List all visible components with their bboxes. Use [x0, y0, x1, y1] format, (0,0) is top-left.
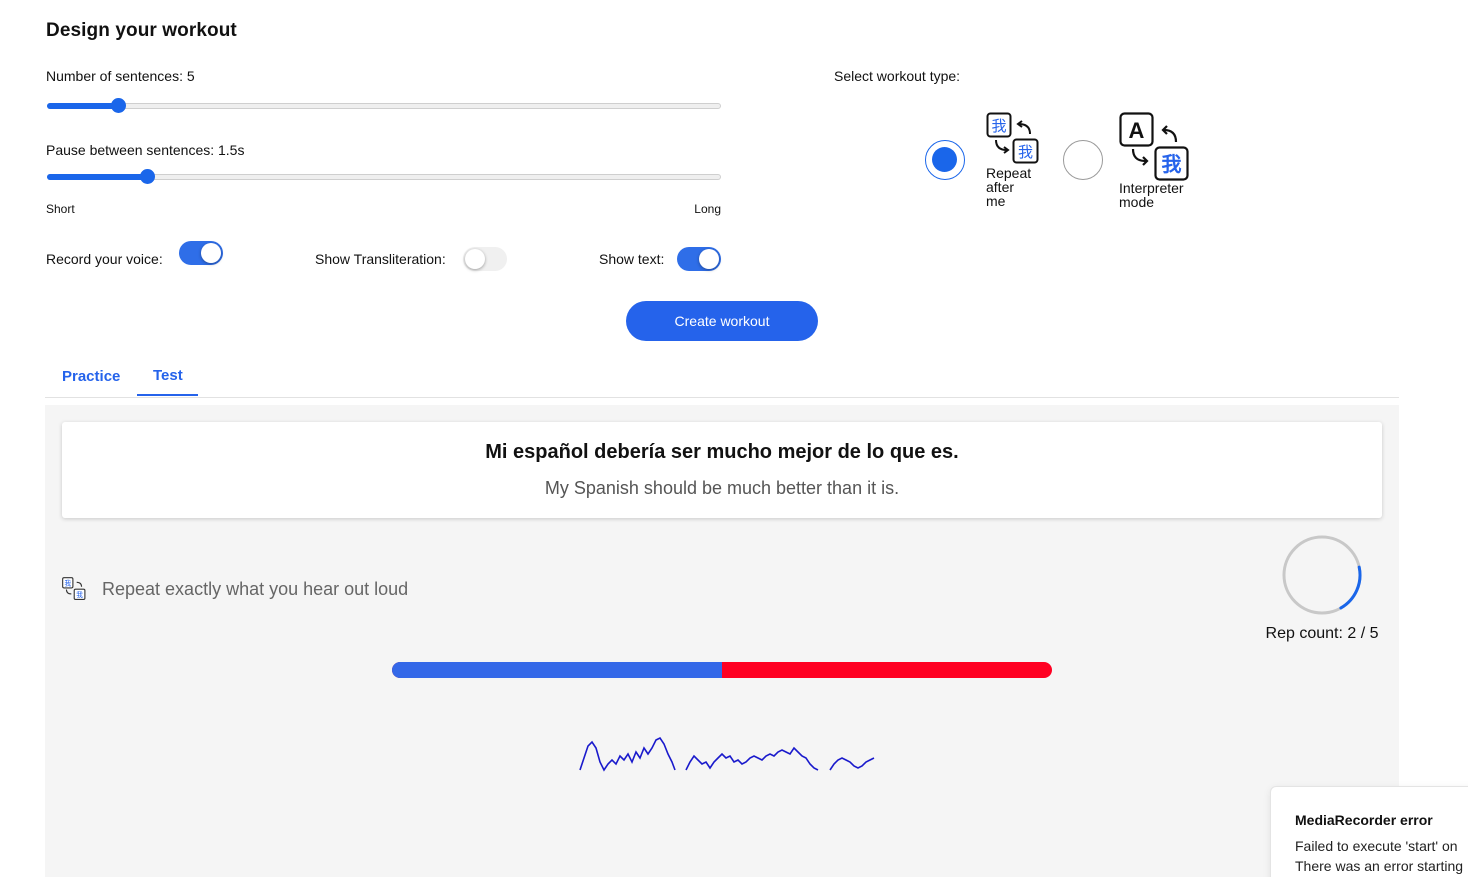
record-voice-label: Record your voice: [46, 251, 163, 267]
sentences-label: Number of sentences: 5 [46, 68, 195, 84]
error-toast: MediaRecorder error Failed to execute 's… [1270, 786, 1468, 877]
record-voice-toggle[interactable] [179, 241, 223, 265]
slider-thumb[interactable] [140, 169, 155, 184]
workout-type-label: Select workout type: [834, 68, 961, 84]
repeat-after-me-icon: 我 我 [62, 577, 86, 606]
transliteration-toggle[interactable] [463, 247, 507, 271]
sentences-slider[interactable] [47, 98, 721, 113]
radio-dot [932, 147, 957, 172]
repeat-after-me-icon: 我 我 [986, 112, 1040, 171]
active-tab-indicator [137, 394, 198, 396]
transliteration-label: Show Transliteration: [315, 251, 446, 267]
toggle-knob [465, 249, 485, 269]
rep-count: Rep count: 2 / 5 [1265, 625, 1379, 642]
target-sentence: Mi español debería ser mucho mejor de lo… [485, 441, 959, 463]
repeat-after-me-radio[interactable] [925, 140, 965, 180]
tab-test[interactable]: Test [153, 367, 183, 384]
page-title: Design your workout [46, 20, 237, 41]
pause-label: Pause between sentences: 1.5s [46, 142, 245, 158]
pause-max-label: Long [694, 202, 721, 216]
svg-text:A: A [1129, 118, 1145, 143]
sentence-progress-bar [392, 662, 1052, 678]
toast-title: MediaRecorder error [1295, 812, 1433, 828]
repeat-after-me-label: Repeat after me [986, 165, 1032, 209]
toast-message: Failed to execute 'start' on There was a… [1295, 838, 1464, 874]
svg-text:我: 我 [64, 578, 71, 587]
tabs-divider [45, 397, 1399, 398]
toggle-knob [201, 243, 221, 263]
interpreter-mode-radio[interactable] [1063, 140, 1103, 180]
svg-text:我: 我 [1018, 143, 1033, 161]
pause-min-label: Short [46, 202, 75, 216]
progress-done-segment [392, 662, 722, 678]
audio-waveform [578, 734, 876, 779]
slider-fill [47, 103, 118, 109]
sentence-card: Mi español debería ser mucho mejor de lo… [62, 422, 1382, 518]
interpreter-mode-label: Interpreter mode [1119, 180, 1184, 210]
native-sentence: My Spanish should be much better than it… [544, 478, 900, 498]
pause-slider[interactable] [47, 169, 721, 184]
interpreter-mode-icon: A 我 [1119, 112, 1191, 187]
svg-text:我: 我 [76, 590, 83, 599]
instruction-text: Repeat exactly what you hear out loud [102, 579, 409, 599]
tab-practice[interactable]: Practice [62, 368, 120, 385]
show-text-toggle[interactable] [677, 247, 721, 271]
show-text-label: Show text: [599, 251, 665, 267]
svg-text:我: 我 [1162, 152, 1182, 176]
create-workout-button[interactable]: Create workout [626, 301, 818, 341]
slider-thumb[interactable] [111, 98, 126, 113]
toggle-knob [699, 249, 719, 269]
slider-track [47, 103, 721, 109]
rep-progress-ring [1281, 534, 1363, 621]
svg-text:我: 我 [991, 117, 1006, 135]
slider-fill [47, 174, 147, 180]
